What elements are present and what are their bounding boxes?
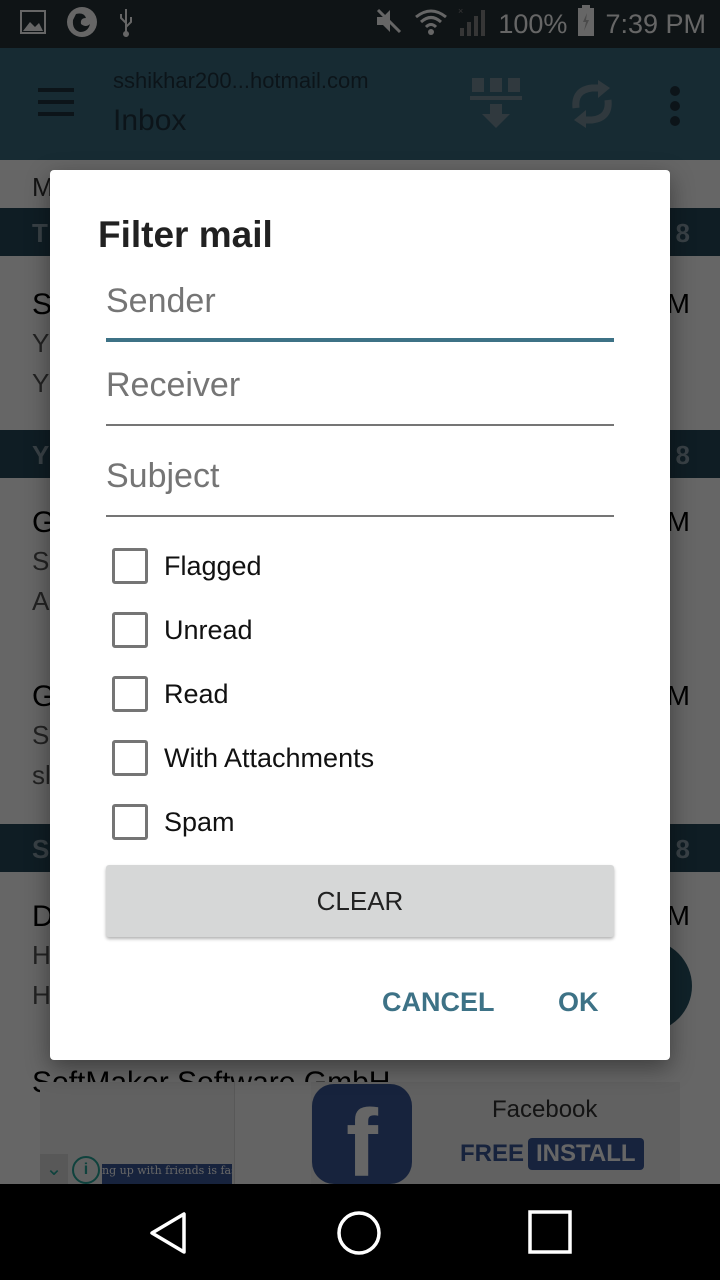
subject-input[interactable] <box>106 457 614 504</box>
checkbox-with-attachments[interactable]: With Attachments <box>112 738 374 778</box>
checkbox-label: Spam <box>164 806 235 837</box>
cancel-button[interactable]: CANCEL <box>376 986 501 1019</box>
checkbox-box[interactable] <box>112 548 148 584</box>
subject-field[interactable] <box>106 457 614 517</box>
checkbox-box[interactable] <box>112 676 148 712</box>
clear-button[interactable]: CLEAR <box>106 865 614 937</box>
checkbox-read[interactable]: Read <box>112 674 229 714</box>
navigation-bar <box>0 1184 720 1280</box>
back-icon[interactable] <box>146 1208 196 1258</box>
checkbox-unread[interactable]: Unread <box>112 610 253 650</box>
subject-underline <box>106 515 614 517</box>
checkbox-box[interactable] <box>112 612 148 648</box>
checkbox-label: With Attachments <box>164 742 375 773</box>
receiver-input[interactable] <box>106 366 614 413</box>
recents-icon[interactable] <box>526 1208 576 1258</box>
checkbox-label: Read <box>164 678 229 709</box>
checkbox-box[interactable] <box>112 804 148 840</box>
checkbox-label: Unread <box>164 614 253 645</box>
home-icon[interactable] <box>334 1208 384 1258</box>
sender-input[interactable] <box>106 282 614 329</box>
receiver-field[interactable] <box>106 366 614 426</box>
checkbox-flagged[interactable]: Flagged <box>112 546 262 586</box>
ok-button[interactable]: OK <box>552 986 605 1019</box>
sender-underline <box>106 338 614 342</box>
checkbox-label: Flagged <box>164 550 262 581</box>
checkbox-spam[interactable]: Spam <box>112 802 235 842</box>
filter-mail-dialog: Filter mail Flagged Unread Read With Att… <box>50 170 670 1060</box>
dialog-title: Filter mail <box>98 214 273 255</box>
sender-field[interactable] <box>106 282 614 342</box>
receiver-underline <box>106 424 614 426</box>
checkbox-box[interactable] <box>112 740 148 776</box>
